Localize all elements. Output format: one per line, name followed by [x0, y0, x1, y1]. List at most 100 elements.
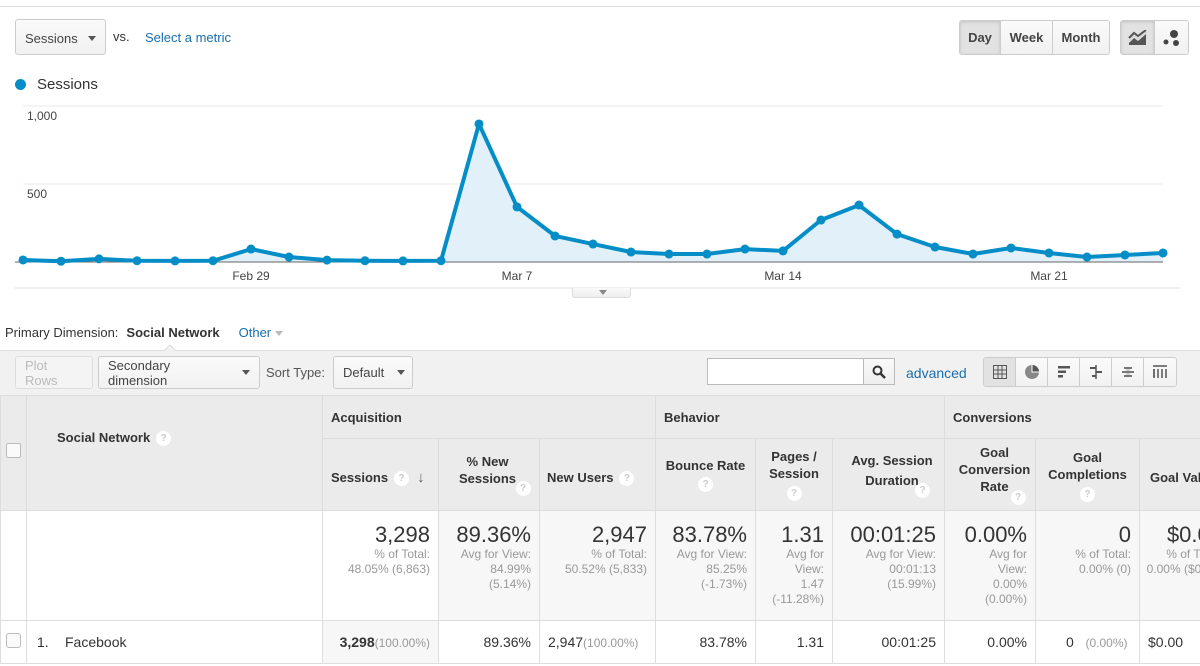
- top-divider: [0, 6, 1200, 7]
- data-point[interactable]: [664, 249, 674, 259]
- motion-chart-button[interactable]: [1155, 21, 1188, 54]
- help-icon[interactable]: ?: [394, 471, 410, 487]
- table-group-header-row: Social Network? Acquisition Behavior Con…: [0, 395, 1200, 511]
- help-icon[interactable]: ?: [915, 482, 930, 498]
- help-icon[interactable]: ?: [698, 477, 713, 493]
- data-point[interactable]: [94, 254, 104, 264]
- total-value: 1.31: [781, 522, 824, 547]
- data-point[interactable]: [854, 200, 864, 210]
- select-metric-link[interactable]: Select a metric: [145, 30, 231, 45]
- total-value: $0.00: [1166, 522, 1200, 547]
- help-icon[interactable]: ?: [1080, 486, 1095, 502]
- data-point[interactable]: [550, 231, 560, 241]
- term-cloud-view-icon: [1121, 367, 1134, 377]
- plot-rows-button[interactable]: Plot Rows: [15, 356, 93, 389]
- data-point[interactable]: [1158, 248, 1168, 258]
- sessions-legend-dot: [15, 79, 26, 90]
- data-point[interactable]: [170, 256, 180, 266]
- column-header-bounce-rate[interactable]: Bounce Rate?: [655, 438, 756, 511]
- row-index: 1.: [37, 634, 49, 650]
- total-value: 83.78%: [672, 522, 747, 547]
- dimension-column-header[interactable]: Social Network?: [26, 395, 323, 511]
- data-point[interactable]: [246, 244, 256, 254]
- data-point[interactable]: [1044, 248, 1054, 258]
- data-point[interactable]: [930, 242, 940, 252]
- help-icon[interactable]: ?: [515, 480, 531, 496]
- total-sub: 85.25%: [706, 562, 747, 576]
- week-button[interactable]: Week: [1001, 21, 1053, 54]
- column-header-avg-session-duration[interactable]: Avg. Session Duration?: [832, 438, 945, 511]
- data-point[interactable]: [360, 256, 370, 266]
- sort-descending-icon[interactable]: ↓: [417, 469, 425, 486]
- secondary-dimension-label: Secondary dimension: [108, 357, 171, 388]
- column-header-new-users[interactable]: New Users?: [539, 438, 656, 511]
- data-point[interactable]: [892, 229, 902, 239]
- total-sub: 50.52% (5,833): [564, 562, 647, 576]
- data-point[interactable]: [1006, 243, 1016, 253]
- help-icon[interactable]: ?: [619, 471, 635, 487]
- data-point[interactable]: [284, 252, 294, 262]
- data-point[interactable]: [18, 255, 28, 265]
- data-point[interactable]: [1120, 250, 1130, 260]
- total-sub: % of Total:: [591, 547, 647, 561]
- day-button[interactable]: Day: [960, 21, 1001, 54]
- data-point[interactable]: [56, 256, 66, 266]
- table-row[interactable]: 1. Facebook 3,298(100.00%) 89.36% 2,947(1…: [0, 620, 1200, 664]
- data-point[interactable]: [132, 256, 142, 266]
- column-header-goal-conversion-rate[interactable]: Goal Conversion Rate?: [944, 438, 1036, 511]
- row-dimension-link[interactable]: Facebook: [65, 634, 126, 650]
- help-icon[interactable]: ?: [1010, 490, 1026, 506]
- group-header-acquisition: Acquisition: [322, 395, 656, 439]
- total-sub: 00:01:13: [889, 562, 936, 576]
- total-value: 0: [1118, 522, 1131, 547]
- data-point[interactable]: [512, 202, 522, 212]
- data-point[interactable]: [588, 239, 598, 249]
- column-header-sessions[interactable]: Sessions? ↓: [322, 438, 439, 511]
- line-chart-button[interactable]: [1121, 21, 1155, 54]
- primary-metric-dropdown[interactable]: Sessions: [15, 19, 106, 55]
- motion-chart-icon: [1163, 29, 1179, 46]
- pivot-view-button[interactable]: [1144, 358, 1176, 386]
- data-point[interactable]: [968, 249, 978, 259]
- total-sub: (5.14%): [488, 577, 531, 591]
- data-point[interactable]: [398, 256, 408, 266]
- data-point[interactable]: [436, 256, 446, 266]
- table-search-input[interactable]: [707, 358, 864, 385]
- data-point[interactable]: [474, 119, 484, 129]
- total-goal-value: $0.00% of Total:0.00% ($0.00): [1139, 510, 1200, 621]
- sort-type-dropdown[interactable]: Default: [333, 356, 413, 389]
- row-checkbox[interactable]: [6, 633, 21, 648]
- collapse-chart-toggle[interactable]: [572, 288, 631, 298]
- table-view-button[interactable]: [984, 358, 1016, 386]
- performance-view-button[interactable]: [1048, 358, 1080, 386]
- search-button[interactable]: [863, 358, 895, 385]
- total-sub: % of Total:: [374, 547, 430, 561]
- data-point[interactable]: [816, 215, 826, 225]
- data-point[interactable]: [740, 244, 750, 254]
- term-cloud-view-button[interactable]: [1112, 358, 1144, 386]
- primary-dimension-current[interactable]: Social Network: [126, 325, 219, 340]
- data-point[interactable]: [626, 247, 636, 257]
- total-goal-conversion-rate: 0.00% Avg for View: 0.00% (0.00%): [944, 510, 1036, 621]
- row-sessions: 3,298(100.00%): [322, 620, 439, 664]
- primary-dimension-bar: Primary Dimension: Social Network Other: [5, 325, 284, 340]
- data-point[interactable]: [1082, 252, 1092, 262]
- month-button[interactable]: Month: [1053, 21, 1109, 54]
- data-point[interactable]: [208, 256, 218, 266]
- total-avg-session-duration: 00:01:25 Avg for View: 00:01:13 (15.99%): [832, 510, 945, 621]
- data-point[interactable]: [778, 246, 788, 256]
- help-icon[interactable]: ?: [786, 485, 802, 501]
- data-point[interactable]: [702, 249, 712, 259]
- secondary-dimension-dropdown[interactable]: Secondary dimension: [98, 356, 260, 389]
- data-point[interactable]: [322, 255, 332, 265]
- advanced-filter-link[interactable]: advanced: [906, 365, 967, 381]
- column-header-goal-completions[interactable]: Goal Completions?: [1035, 438, 1140, 511]
- pie-view-button[interactable]: [1016, 358, 1048, 386]
- primary-dimension-other[interactable]: Other: [239, 325, 284, 340]
- column-header-pct-new-sessions[interactable]: % New Sessions?: [438, 438, 540, 511]
- column-header-pages-per-session[interactable]: Pages / Session?: [755, 438, 833, 511]
- comparison-view-button[interactable]: [1080, 358, 1112, 386]
- column-header-goal-value[interactable]: Goal Value: [1139, 438, 1200, 511]
- select-all-checkbox[interactable]: [6, 442, 21, 458]
- help-icon[interactable]: ?: [156, 431, 172, 447]
